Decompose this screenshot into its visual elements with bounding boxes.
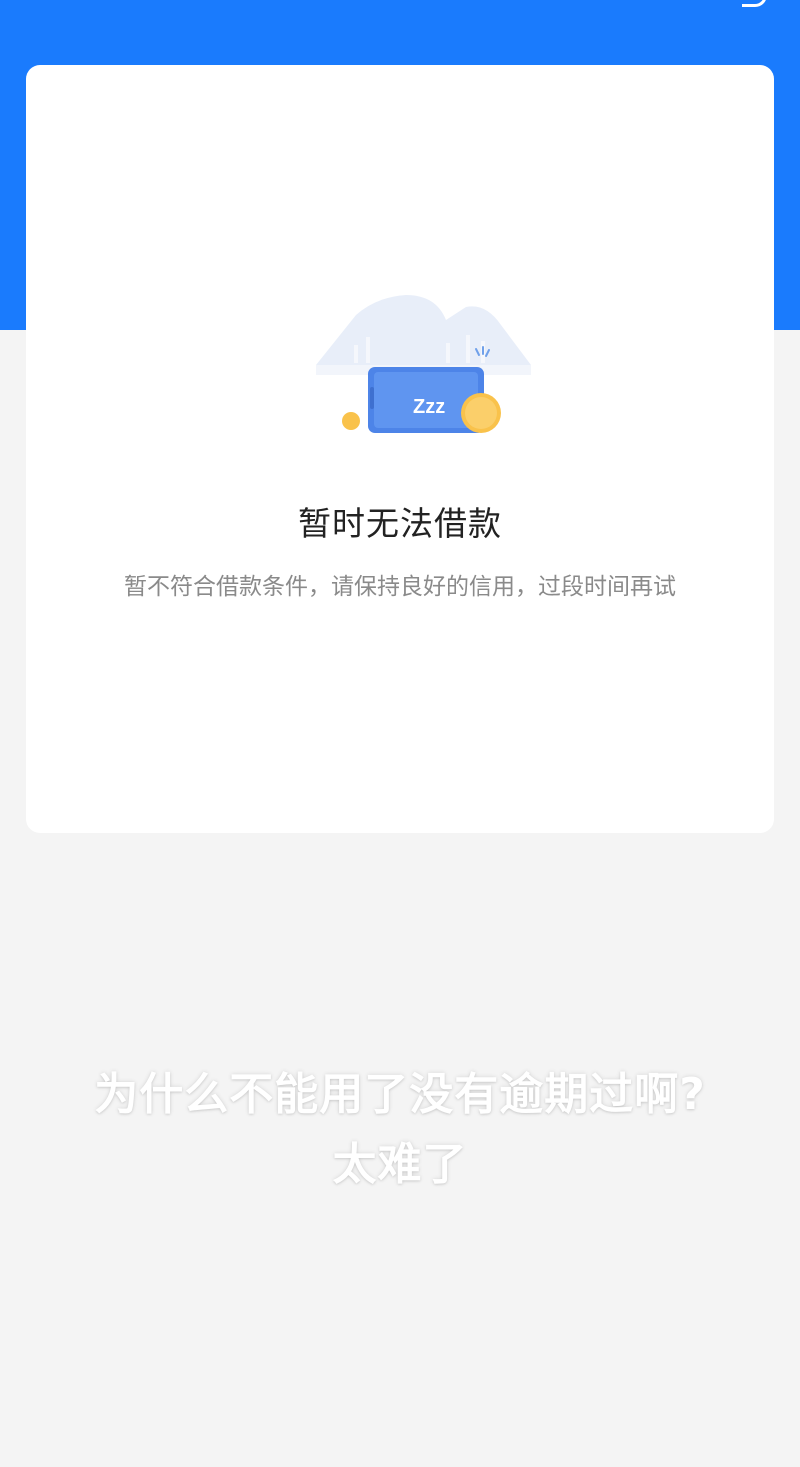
- status-card: Zzz 暂时无法借款 暂不符合借款条件，请保持良好的信用，过段时间再试: [26, 65, 774, 833]
- corner-mark: [742, 0, 767, 7]
- status-title: 暂时无法借款: [298, 504, 502, 543]
- overlay-caption-line1: 为什么不能用了没有逾期过啊?: [94, 1069, 706, 1120]
- zzz-text: Zzz: [413, 396, 445, 418]
- status-subtitle: 暂不符合借款条件，请保持良好的信用，过段时间再试: [124, 574, 676, 600]
- sleeping-phone-icon: Zzz: [316, 295, 531, 433]
- overlay-caption-line2: 太难了: [332, 1139, 468, 1190]
